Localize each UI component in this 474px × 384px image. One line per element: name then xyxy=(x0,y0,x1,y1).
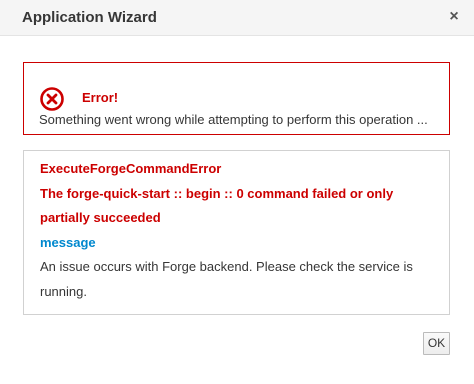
message-text-line-1: An issue occurs with Forge backend. Plea… xyxy=(40,259,413,274)
message-text-line-2: running. xyxy=(40,283,87,299)
error-description-line-1: The forge-quick-start :: begin :: 0 comm… xyxy=(40,185,394,201)
error-description-line-2: partially succeeded xyxy=(40,210,161,225)
alert-message: Something went wrong while attempting to… xyxy=(39,112,428,127)
ok-button[interactable]: OK xyxy=(423,332,450,355)
alert-title: Error! xyxy=(82,90,119,105)
error-details-panel: ExecuteForgeCommandError The forge-quick… xyxy=(23,150,450,315)
error-circle-icon xyxy=(40,87,64,111)
message-label: message xyxy=(40,234,96,250)
dialog-title: Application Wizard xyxy=(22,9,157,26)
close-icon[interactable]: × xyxy=(444,7,464,27)
error-name: ExecuteForgeCommandError xyxy=(40,161,222,176)
application-wizard-dialog: Application Wizard × Error! Something we… xyxy=(0,0,474,384)
error-alert: Error! Something went wrong while attemp… xyxy=(23,62,450,135)
dialog-header: Application Wizard × xyxy=(0,0,474,36)
